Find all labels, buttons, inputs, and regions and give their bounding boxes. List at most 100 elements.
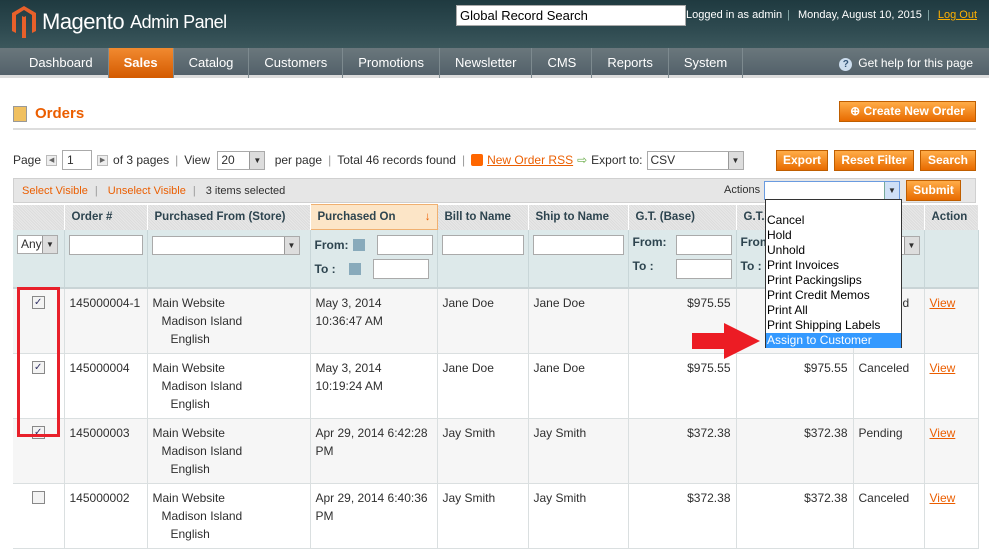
date-to-input[interactable] [372,259,429,279]
store-cell: Main Website Madison Island English [147,418,311,484]
store-filter-select[interactable]: ▼ [151,236,300,255]
option-print-invoices[interactable]: Print Invoices [766,258,901,273]
col-gt-base[interactable]: G.T. (Base) [628,204,737,230]
ship-to: Jay Smith [528,418,629,484]
nav-cms[interactable]: CMS [532,48,593,78]
unselect-visible-link[interactable]: Unselect Visible [108,185,186,197]
gt-base: $372.38 [628,418,737,484]
chevron-down-icon: ▼ [903,237,919,254]
date-text: Monday, August 10, 2015 [797,9,922,21]
option-cancel[interactable]: Cancel [766,213,901,228]
nav-dashboard[interactable]: Dashboard [14,48,109,78]
purchased-on: Apr 29, 2014 6:42:28 PM [310,418,438,484]
gt-base: $372.38 [628,483,737,549]
chevron-down-icon: ▼ [884,182,899,199]
export-format-select[interactable]: CSV ▼ [646,150,744,170]
rss-icon [471,154,484,166]
nav-system[interactable]: System [669,48,744,78]
gt-base-to-input[interactable] [675,258,732,279]
option-assign-to-customer[interactable]: Assign to Customer [766,333,901,348]
submit-button[interactable]: Submit [906,180,961,201]
page-input[interactable]: 1 [62,150,93,170]
nav-promotions[interactable]: Promotions [343,48,441,78]
ship-to: Jay Smith [528,483,629,549]
actions-dropdown: Cancel Hold Unhold Print Invoices Print … [765,199,902,348]
bill-to: Jay Smith [437,418,529,484]
calendar-icon[interactable] [348,263,361,275]
help-link[interactable]: ? Get help for this page [839,48,973,78]
date-from-input[interactable] [376,235,433,255]
purchased-on: May 3, 2014 10:19:24 AM [310,353,438,419]
option-print-packingslips[interactable]: Print Packingslips [766,273,901,288]
logo[interactable]: Magento Admin Panel [12,6,227,38]
prev-page-icon[interactable]: ◀ [46,154,58,166]
order-filter-input[interactable] [68,234,143,255]
gt-purchased: $975.55 [736,353,854,419]
global-search-input[interactable]: Global Record Search [456,5,686,26]
store-cell: Main Website Madison Island English [147,483,311,549]
ship-filter-input[interactable] [532,234,624,255]
plus-icon: ⊕ [850,104,861,118]
option-unhold[interactable]: Unhold [766,243,901,258]
bill-to: Jane Doe [437,287,529,354]
nav-sales[interactable]: Sales [108,48,174,78]
chevron-down-icon: ▼ [249,151,265,169]
option-print-shipping-labels[interactable]: Print Shipping Labels [766,318,901,333]
pager: Page ◀ 1 ▶ of 3 pages | View 20 ▼ per page… [13,150,744,170]
select-visible-link[interactable]: Select Visible [22,185,88,197]
sort-desc-icon: ↓ [424,211,431,223]
gt-base-from-input[interactable] [675,234,732,255]
col-bill[interactable]: Bill to Name [437,204,529,230]
main-nav: Dashboard Sales Catalog Customers Promot… [0,48,989,78]
ship-to: Jane Doe [528,287,629,354]
search-button[interactable]: Search [920,150,976,171]
table-row[interactable]: 145000002 Main Website Madison Island Engl… [13,483,979,549]
option-print-all[interactable]: Print All [766,303,901,318]
reset-filter-button[interactable]: Reset Filter [834,150,914,171]
massaction-filter-select[interactable]: Any ▼ [17,234,58,254]
col-store[interactable]: Purchased From (Store) [147,204,311,230]
col-purchased-on[interactable]: Purchased On ↓ [309,204,438,230]
bill-filter-input[interactable] [441,234,524,255]
order-number: 145000002 [64,483,148,549]
nav-newsletter[interactable]: Newsletter [440,48,533,78]
option-hold[interactable]: Hold [766,228,901,243]
status: Canceled [853,353,925,419]
calendar-icon[interactable] [352,239,365,251]
chevron-down-icon: ▼ [42,235,57,253]
order-number: 145000003 [64,418,148,484]
view-link[interactable]: View [930,426,956,440]
option-print-credit-memos[interactable]: Print Credit Memos [766,288,901,303]
nav-customers[interactable]: Customers [249,48,344,78]
rss-link[interactable]: New Order RSS [487,153,573,167]
col-massaction [13,204,65,230]
view-link[interactable]: View [930,361,956,375]
create-new-order-button[interactable]: ⊕ Create New Order [839,101,976,122]
actions-label: Actions [724,184,761,196]
chevron-down-icon: ▼ [283,237,299,254]
magento-logo-icon [12,6,36,38]
nav-catalog[interactable]: Catalog [174,48,250,78]
gt-purchased: $372.38 [736,418,854,484]
gt-purchased: $372.38 [736,483,854,549]
page-title: Orders [13,105,84,122]
table-row[interactable]: ✓ 145000004 Main Website Madison Island En… [13,353,979,419]
col-order[interactable]: Order # [64,204,148,230]
selected-count: 3 items selected [205,185,286,197]
export-button[interactable]: Export [776,150,828,171]
purchased-on: May 3, 2014 10:36:47 AM [310,287,438,354]
col-ship[interactable]: Ship to Name [528,204,629,230]
view-link[interactable]: View [930,491,956,505]
view-link[interactable]: View [930,296,956,310]
store-cell: Main Website Madison Island English [147,353,311,419]
status: Canceled [853,483,925,549]
row-checkbox[interactable] [31,490,45,504]
nav-reports[interactable]: Reports [592,48,669,78]
gt-base: $975.55 [628,353,737,419]
table-row[interactable]: ✓ 145000003 Main Website Madison Island En… [13,418,979,484]
per-page-select[interactable]: 20 ▼ [217,150,266,170]
next-page-icon[interactable]: ▶ [97,154,109,166]
logout-link[interactable]: Log Out [938,9,977,21]
actions-select[interactable]: ▼ [764,181,900,200]
bill-to: Jane Doe [437,353,529,419]
